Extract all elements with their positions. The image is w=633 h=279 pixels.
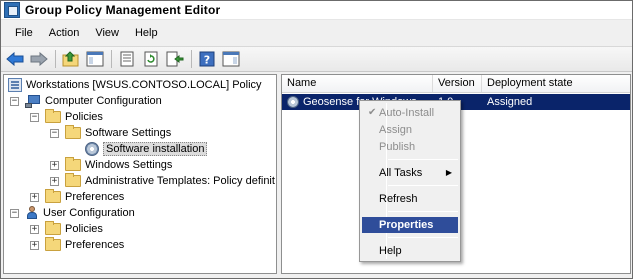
collapse-icon[interactable]: − — [50, 128, 59, 138]
folder-icon — [45, 189, 61, 203]
folder-icon — [65, 173, 81, 187]
menu-help[interactable]: Help — [127, 25, 166, 41]
tree-item-user-configuration[interactable]: − User Configuration — [10, 205, 135, 221]
gpo-icon — [8, 78, 22, 92]
software-installation-icon — [85, 142, 99, 156]
folder-icon — [45, 221, 61, 235]
expand-icon[interactable]: + — [50, 176, 59, 186]
menu-view[interactable]: View — [87, 25, 127, 41]
menu-separator — [388, 159, 458, 160]
folder-icon — [65, 157, 81, 171]
tree-label: Preferences — [65, 191, 125, 203]
menu-item-label: Help — [379, 245, 402, 257]
tree-item-administrative-templates[interactable]: + Administrative Templates: Policy defin… — [50, 173, 275, 189]
cell-deployment-state: Assigned — [487, 96, 533, 108]
expand-icon[interactable]: + — [30, 224, 39, 234]
tree-label: Policies — [65, 223, 103, 235]
console-tree[interactable]: Workstations [WSUS.CONTOSO.LOCAL] Policy… — [3, 74, 277, 274]
expand-icon[interactable]: + — [50, 160, 59, 170]
toolbar-separator — [111, 50, 112, 68]
refresh-icon[interactable] — [141, 49, 161, 69]
collapse-icon[interactable]: − — [30, 112, 39, 122]
collapse-icon[interactable]: − — [10, 96, 19, 106]
menu-separator — [388, 211, 458, 212]
toolbar: ? — [1, 46, 632, 72]
menu-separator — [388, 237, 458, 238]
up-folder-icon[interactable] — [61, 49, 81, 69]
tree-label: Software installation — [103, 142, 208, 156]
tree-label: Software Settings — [85, 127, 172, 139]
tree-item-computer-configuration[interactable]: − Computer Configuration — [10, 93, 162, 109]
forward-arrow-icon[interactable] — [29, 49, 49, 69]
help-icon[interactable]: ? — [197, 49, 217, 69]
menu-item-label: Publish — [379, 141, 416, 153]
tree-label: Preferences — [65, 239, 125, 251]
tree-item-windows-settings[interactable]: + Windows Settings — [50, 157, 172, 173]
list-header: Name Version Deployment state — [282, 75, 630, 93]
menu-file[interactable]: File — [7, 25, 41, 41]
toolbar-separator — [191, 50, 192, 68]
menu-item-assign[interactable]: Assign — [362, 122, 458, 138]
folder-icon — [65, 125, 81, 139]
gpme-window: Group Policy Management Editor File Acti… — [0, 0, 633, 279]
tree-item-cc-preferences[interactable]: + Preferences — [30, 189, 124, 205]
menu-action[interactable]: Action — [41, 25, 88, 41]
menu-bar: File Action View Help — [1, 22, 632, 44]
menu-separator — [388, 185, 458, 186]
user-icon — [25, 206, 39, 220]
tree-item-root[interactable]: Workstations [WSUS.CONTOSO.LOCAL] Policy — [8, 77, 262, 93]
menu-item-auto-install[interactable]: ✔ Auto-Install — [362, 105, 458, 121]
menu-item-properties[interactable]: Properties — [362, 217, 458, 233]
tree-label: Administrative Templates: Policy definit — [85, 175, 275, 187]
tree-label: Computer Configuration — [45, 95, 162, 107]
folder-icon — [45, 237, 61, 251]
tree-label: Windows Settings — [85, 159, 173, 171]
collapse-icon[interactable]: − — [10, 208, 19, 218]
expand-icon[interactable]: + — [30, 192, 39, 202]
menu-item-help[interactable]: Help — [362, 243, 458, 259]
tree-label: Policies — [65, 111, 103, 123]
svg-text:?: ? — [204, 54, 210, 67]
package-icon — [287, 96, 299, 108]
tree-item-software-settings[interactable]: − Software Settings — [50, 125, 171, 141]
menu-item-label: All Tasks — [379, 167, 423, 179]
window-title: Group Policy Management Editor — [25, 3, 221, 17]
column-header-name[interactable]: Name — [282, 75, 433, 92]
properties-icon[interactable] — [117, 49, 137, 69]
menu-item-label: Properties — [379, 219, 434, 231]
menu-item-refresh[interactable]: Refresh — [362, 191, 458, 207]
computer-icon — [25, 94, 41, 108]
tree-label: User Configuration — [43, 207, 135, 219]
tree-root-label: Workstations [WSUS.CONTOSO.LOCAL] Policy — [26, 79, 262, 91]
expand-icon[interactable]: + — [30, 240, 39, 250]
show-hide-action-pane-icon[interactable] — [221, 49, 241, 69]
checkmark-icon: ✔ — [368, 107, 377, 118]
tree-item-uc-preferences[interactable]: + Preferences — [30, 237, 124, 253]
menu-item-label: Assign — [379, 124, 413, 136]
menu-item-publish[interactable]: Publish — [362, 139, 458, 155]
submenu-arrow-icon: ▶ — [445, 168, 452, 177]
tree-item-uc-policies[interactable]: + Policies — [30, 221, 103, 237]
folder-icon — [45, 109, 61, 123]
gpme-app-icon — [4, 2, 20, 18]
toolbar-separator — [55, 50, 56, 68]
column-header-deployment-state[interactable]: Deployment state — [482, 75, 630, 92]
tree-item-cc-policies[interactable]: − Policies — [30, 109, 103, 125]
menu-item-label: Auto-Install — [379, 107, 435, 119]
menu-item-label: Refresh — [379, 193, 418, 205]
export-list-icon[interactable] — [165, 49, 185, 69]
context-menu: ✔ Auto-Install Assign Publish All Tasks … — [359, 100, 461, 262]
title-bar[interactable]: Group Policy Management Editor — [1, 1, 632, 20]
show-hide-tree-icon[interactable] — [85, 49, 105, 69]
column-header-version[interactable]: Version — [433, 75, 482, 92]
tree-item-software-installation[interactable]: Software installation — [70, 141, 208, 157]
menu-item-all-tasks[interactable]: All Tasks ▶ — [362, 165, 458, 181]
back-arrow-icon[interactable] — [5, 49, 25, 69]
